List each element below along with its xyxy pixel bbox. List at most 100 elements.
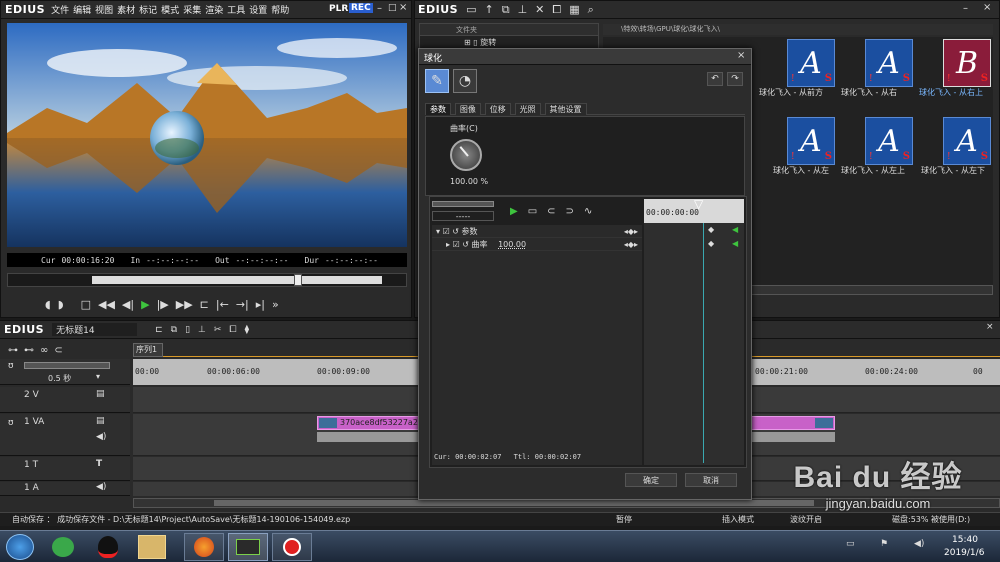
- maximize-icon[interactable]: □: [388, 3, 397, 13]
- timeline-tool-icon[interactable]: ⊏: [155, 325, 163, 335]
- stop-icon[interactable]: □: [81, 298, 91, 311]
- insert-icon[interactable]: |←: [216, 298, 229, 311]
- param-tab-icon[interactable]: ✎: [425, 69, 449, 93]
- track-tool2-icon[interactable]: ⊷: [24, 345, 34, 356]
- kf-tree-row-curvature[interactable]: ▸ ☑ ↺ 曲率 100.00 ◂◆▸: [432, 238, 642, 251]
- kf-play-icon[interactable]: ▶: [510, 206, 518, 217]
- set-in-icon[interactable]: ◖: [45, 298, 51, 311]
- taskbar-app-qq-icon[interactable]: [98, 536, 118, 558]
- menu-help[interactable]: 帮助: [271, 3, 289, 16]
- menu-edit[interactable]: 编辑: [73, 3, 91, 16]
- audio-speaker-icon[interactable]: ◀): [96, 482, 106, 492]
- tab-position[interactable]: 位移: [484, 103, 511, 115]
- checkbox-icon[interactable]: ☑: [443, 227, 450, 236]
- clock-date[interactable]: 2019/1/6: [944, 548, 984, 558]
- kf-ruler[interactable]: 00:00:00:00 ▽: [644, 197, 744, 223]
- tray-volume-icon[interactable]: ◀): [914, 539, 924, 549]
- track-tool-icon[interactable]: ⊶: [8, 345, 18, 356]
- bin-item-thumb-2[interactable]: A! S: [865, 39, 913, 87]
- bin-item-thumb-1[interactable]: A! S: [787, 39, 835, 87]
- keyframe-diamond-icon[interactable]: ◆: [708, 225, 714, 234]
- kf-timeline[interactable]: 00:00:00:00 ▽ ◆ ◆ ◀ ◀: [644, 197, 744, 465]
- step-back-icon[interactable]: ◀|: [122, 298, 134, 311]
- kf-loop-icon[interactable]: ⊂: [547, 206, 555, 217]
- zoom-toggle-icon[interactable]: ʊ: [8, 361, 14, 371]
- curvature-knob[interactable]: [450, 139, 482, 171]
- expand-icon[interactable]: ▸: [446, 240, 450, 249]
- menu-render[interactable]: 渲染: [205, 3, 223, 16]
- track-visible-icon[interactable]: ▤: [96, 389, 105, 399]
- menu-tools[interactable]: 工具: [227, 3, 245, 16]
- tab-image[interactable]: 图像: [454, 103, 481, 115]
- cancel-button[interactable]: 取消: [685, 473, 737, 487]
- track-header-1t[interactable]: 1 T T: [0, 457, 130, 481]
- clock-time[interactable]: 15:40: [952, 535, 978, 545]
- taskbar-app-firefox-icon[interactable]: [184, 533, 224, 561]
- track-header-2v[interactable]: 2 V ▤: [0, 387, 130, 413]
- tab-other[interactable]: 其他设置: [544, 103, 587, 115]
- kf-monitor-icon[interactable]: ▭: [528, 206, 537, 217]
- add-clip-icon[interactable]: ⧉: [502, 3, 510, 17]
- kf-tree-row-params[interactable]: ▾ ☑ ↺ 参数 ◂◆▸: [432, 225, 642, 238]
- menu-file[interactable]: 文件: [51, 3, 69, 16]
- kf-graph-icon[interactable]: ∿: [584, 206, 592, 217]
- step-forward-icon[interactable]: |▶: [157, 298, 169, 311]
- kf-tab-icon[interactable]: ◔: [453, 69, 477, 93]
- menu-mode[interactable]: 模式: [161, 3, 179, 16]
- play-icon[interactable]: ▶: [141, 298, 149, 311]
- properties-icon[interactable]: ⊥: [518, 3, 528, 16]
- menu-settings[interactable]: 设置: [249, 3, 267, 16]
- zoom-dropdown-icon[interactable]: ▾: [96, 372, 100, 381]
- expand-icon[interactable]: ⊞: [464, 38, 471, 47]
- tab-params[interactable]: 参数: [425, 103, 451, 115]
- taskbar-app-record-icon[interactable]: [272, 533, 312, 561]
- kf-slider[interactable]: [432, 201, 494, 207]
- timeline-tool3-icon[interactable]: ▯: [185, 325, 190, 335]
- ok-button[interactable]: 确定: [625, 473, 677, 487]
- bin-minimize-icon[interactable]: –: [963, 3, 968, 14]
- rec-button[interactable]: REC: [349, 3, 373, 13]
- split-icon[interactable]: ▸|: [256, 298, 265, 311]
- track-visible-icon[interactable]: ▤: [96, 416, 105, 426]
- loop-icon[interactable]: ⊏: [200, 298, 209, 311]
- sync-icon[interactable]: ⊂: [54, 345, 62, 356]
- fast-forward-icon[interactable]: ▶▶: [176, 298, 193, 311]
- timeline-close-icon[interactable]: ×: [986, 322, 994, 332]
- zoom-slider[interactable]: [24, 362, 110, 369]
- kf-dropdown[interactable]: -----: [432, 211, 494, 221]
- timeline-tool4-icon[interactable]: ⊥: [198, 325, 206, 335]
- reset-icon[interactable]: ↺: [452, 227, 459, 236]
- more-icon[interactable]: »: [272, 298, 279, 311]
- folder-icon[interactable]: ▭: [466, 3, 476, 16]
- search-icon[interactable]: ⌕: [588, 3, 594, 17]
- kf-nav-icon[interactable]: ◂◆▸: [624, 225, 638, 238]
- scrub-handle[interactable]: [294, 274, 302, 286]
- minimize-icon[interactable]: –: [377, 3, 382, 14]
- menu-clip[interactable]: 素材: [117, 3, 135, 16]
- timeline-paste-icon[interactable]: ⧫: [245, 325, 249, 335]
- bin-item-thumb-3[interactable]: B! S: [943, 39, 991, 87]
- timeline-scroll-thumb[interactable]: [214, 500, 814, 506]
- link-icon[interactable]: ∞: [40, 345, 48, 356]
- track-header-1va[interactable]: ʊ 1 VA ▤ ◀): [0, 414, 130, 456]
- timeline-cut-icon[interactable]: ✂: [214, 325, 222, 335]
- checkbox-icon[interactable]: ☑: [453, 240, 460, 249]
- delete-icon[interactable]: ✕: [535, 3, 544, 16]
- menu-marker[interactable]: 标记: [139, 3, 157, 16]
- view-icon[interactable]: ▦: [569, 3, 579, 16]
- start-button[interactable]: [6, 534, 34, 560]
- dialog-close-icon[interactable]: ×: [737, 50, 745, 61]
- close-icon[interactable]: ×: [399, 2, 407, 13]
- kf-nav-icon[interactable]: ◂◆▸: [624, 238, 638, 251]
- tray-network-icon[interactable]: ▭: [846, 539, 855, 549]
- track-audio-icon[interactable]: ◀): [96, 432, 106, 442]
- keyframe-diamond-icon[interactable]: ◆: [708, 239, 714, 248]
- taskbar-app-refresh-icon[interactable]: [52, 537, 74, 557]
- tab-lighting[interactable]: 光照: [514, 103, 541, 115]
- title-track-icon[interactable]: T: [96, 459, 102, 469]
- undo-button[interactable]: ↶: [707, 72, 723, 86]
- collapse-icon[interactable]: ▾: [436, 227, 440, 236]
- rewind-icon[interactable]: ◀◀: [98, 298, 115, 311]
- taskbar-app-explorer-icon[interactable]: [138, 535, 166, 559]
- kf-playhead-icon[interactable]: ▽: [694, 197, 703, 211]
